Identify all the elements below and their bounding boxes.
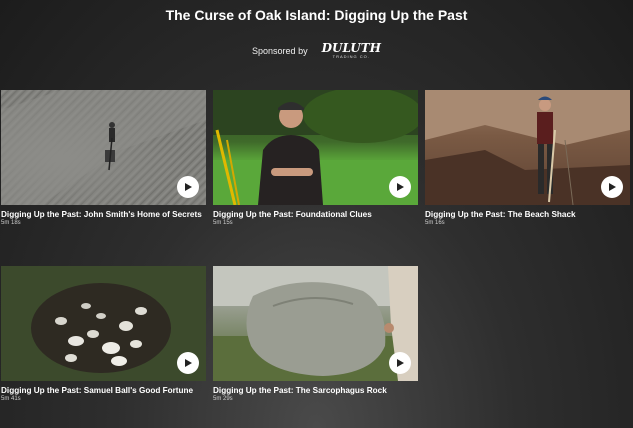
video-duration: 5m 18s — [1, 220, 21, 226]
video-thumbnail[interactable] — [1, 266, 206, 381]
sponsor-label: Sponsored by — [252, 45, 308, 56]
play-icon — [185, 359, 192, 367]
video-thumbnail[interactable] — [425, 90, 630, 205]
video-thumbnail[interactable] — [1, 90, 206, 205]
play-button[interactable] — [601, 176, 623, 198]
video-card[interactable]: Digging Up the Past: John Smith's Home o… — [1, 90, 206, 226]
play-icon — [185, 183, 192, 191]
video-title[interactable]: Digging Up the Past: The Sarcophagus Roc… — [213, 386, 418, 395]
play-button[interactable] — [177, 352, 199, 374]
video-title[interactable]: Digging Up the Past: Foundational Clues — [213, 210, 418, 219]
logo-wordmark: DULUTH — [321, 41, 381, 55]
video-card[interactable]: Digging Up the Past: The Sarcophagus Roc… — [213, 266, 418, 402]
video-title[interactable]: Digging Up the Past: John Smith's Home o… — [1, 210, 206, 219]
logo-subtext: TRADING CO. — [332, 54, 370, 59]
video-duration: 5m 15s — [213, 220, 233, 226]
play-icon — [609, 183, 616, 191]
video-thumbnail[interactable] — [213, 266, 418, 381]
video-title[interactable]: Digging Up the Past: The Beach Shack — [425, 210, 630, 219]
video-card[interactable]: Digging Up the Past: Samuel Ball's Good … — [1, 266, 206, 402]
thumbnail-image — [213, 266, 418, 381]
thumbnail-image — [1, 266, 206, 381]
thumbnail-image — [425, 90, 630, 205]
video-card[interactable]: Digging Up the Past: The Beach Shack 5m … — [425, 90, 630, 226]
video-card[interactable]: Digging Up the Past: Foundational Clues … — [213, 90, 418, 226]
play-button[interactable] — [177, 176, 199, 198]
thumbnail-image — [213, 90, 418, 205]
video-duration: 5m 29s — [213, 396, 233, 402]
play-button[interactable] — [389, 352, 411, 374]
thumbnail-image — [1, 90, 206, 205]
play-button[interactable] — [389, 176, 411, 198]
video-duration: 5m 16s — [425, 220, 445, 226]
video-title[interactable]: Digging Up the Past: Samuel Ball's Good … — [1, 386, 206, 395]
video-duration: 5m 41s — [1, 396, 21, 402]
video-thumbnail[interactable] — [213, 90, 418, 205]
play-icon — [397, 359, 404, 367]
duluth-logo[interactable]: DULUTH TRADING CO. — [322, 42, 381, 59]
page-title: The Curse of Oak Island: Digging Up the … — [165, 7, 468, 23]
sponsor-banner: Sponsored by DULUTH TRADING CO. — [0, 42, 633, 59]
play-icon — [397, 183, 404, 191]
